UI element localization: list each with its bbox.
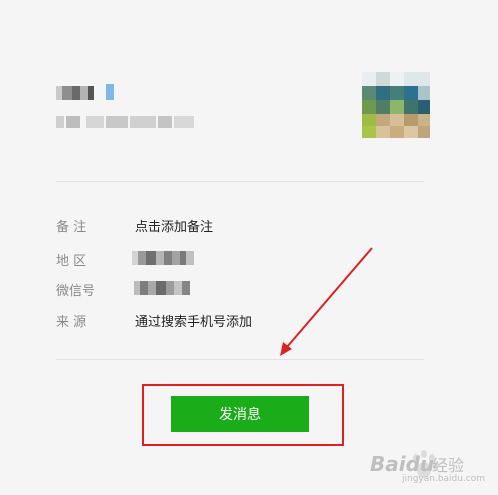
watermark-sub: 经验 [432,456,465,475]
watermark-brand: Baidu [370,452,435,476]
contact-profile-panel: 备 注 点击添加备注 地 区 微信号 来 源 通过搜索手机号添加 发消息 Bai… [0,0,498,495]
watermark-url: jingyan.baidu.com [402,474,486,484]
annotation-arrow-icon [280,247,373,356]
